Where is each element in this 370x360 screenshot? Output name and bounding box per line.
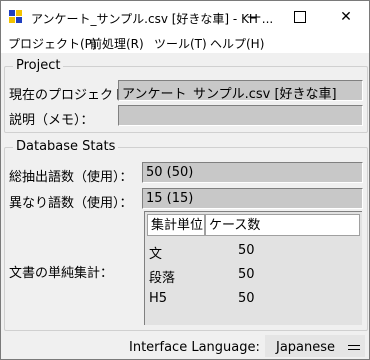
total-words-label: 総抽出語数（使用）： [9, 170, 133, 185]
app-icon [9, 10, 23, 24]
memo-label: 説明（メモ）： [9, 113, 94, 128]
row-count: 50 [238, 291, 255, 306]
memo-field[interactable] [118, 105, 363, 126]
menu-bar: プロジェクト(P) 前処理(R) ツール(T) ヘルプ(H) [1, 33, 369, 54]
menu-project[interactable]: プロジェクト(P) [8, 35, 97, 52]
close-button[interactable]: ✕ [323, 1, 369, 33]
language-label: Interface Language: [129, 340, 260, 355]
header-count[interactable]: ケース数 [205, 214, 360, 236]
menu-preprocess[interactable]: 前処理(R) [90, 35, 144, 52]
menu-indicator-icon [348, 345, 360, 350]
row-unit: H5 [149, 291, 168, 306]
minimize-button[interactable]: — [231, 1, 277, 33]
language-select[interactable]: Japanese [265, 335, 365, 357]
distinct-words-label: 異なり語数（使用）： [9, 196, 133, 211]
main-window: アンケート_サンプル.csv [好きな車] - KH ... — ✕ プロジェク… [0, 0, 370, 360]
menu-help[interactable]: ヘルプ(H) [210, 35, 264, 52]
language-value: Japanese [276, 340, 336, 355]
current-project-field: アンケート_サンプル.csv [好きな車] [118, 80, 363, 101]
doc-stats-label: 文書の単純集計： [9, 266, 114, 281]
stats-group-title: Database Stats [13, 139, 119, 154]
maximize-icon [294, 11, 306, 23]
maximize-button[interactable] [277, 1, 323, 33]
distinct-words-field: 15 (15) [142, 188, 363, 209]
header-unit[interactable]: 集計単位 [147, 214, 205, 236]
row-unit: 段落 [149, 271, 176, 286]
title-bar: アンケート_サンプル.csv [好きな車] - KH ... — ✕ [1, 1, 369, 33]
total-words-field: 50 (50) [142, 162, 363, 183]
row-count: 50 [238, 243, 255, 258]
project-group-title: Project [13, 58, 64, 73]
row-count: 50 [238, 267, 255, 282]
row-unit: 文 [149, 247, 163, 262]
doc-stats-table: 集計単位 ケース数 文 50 段落 50 H5 50 [144, 211, 362, 325]
menu-tools[interactable]: ツール(T) [154, 35, 207, 52]
